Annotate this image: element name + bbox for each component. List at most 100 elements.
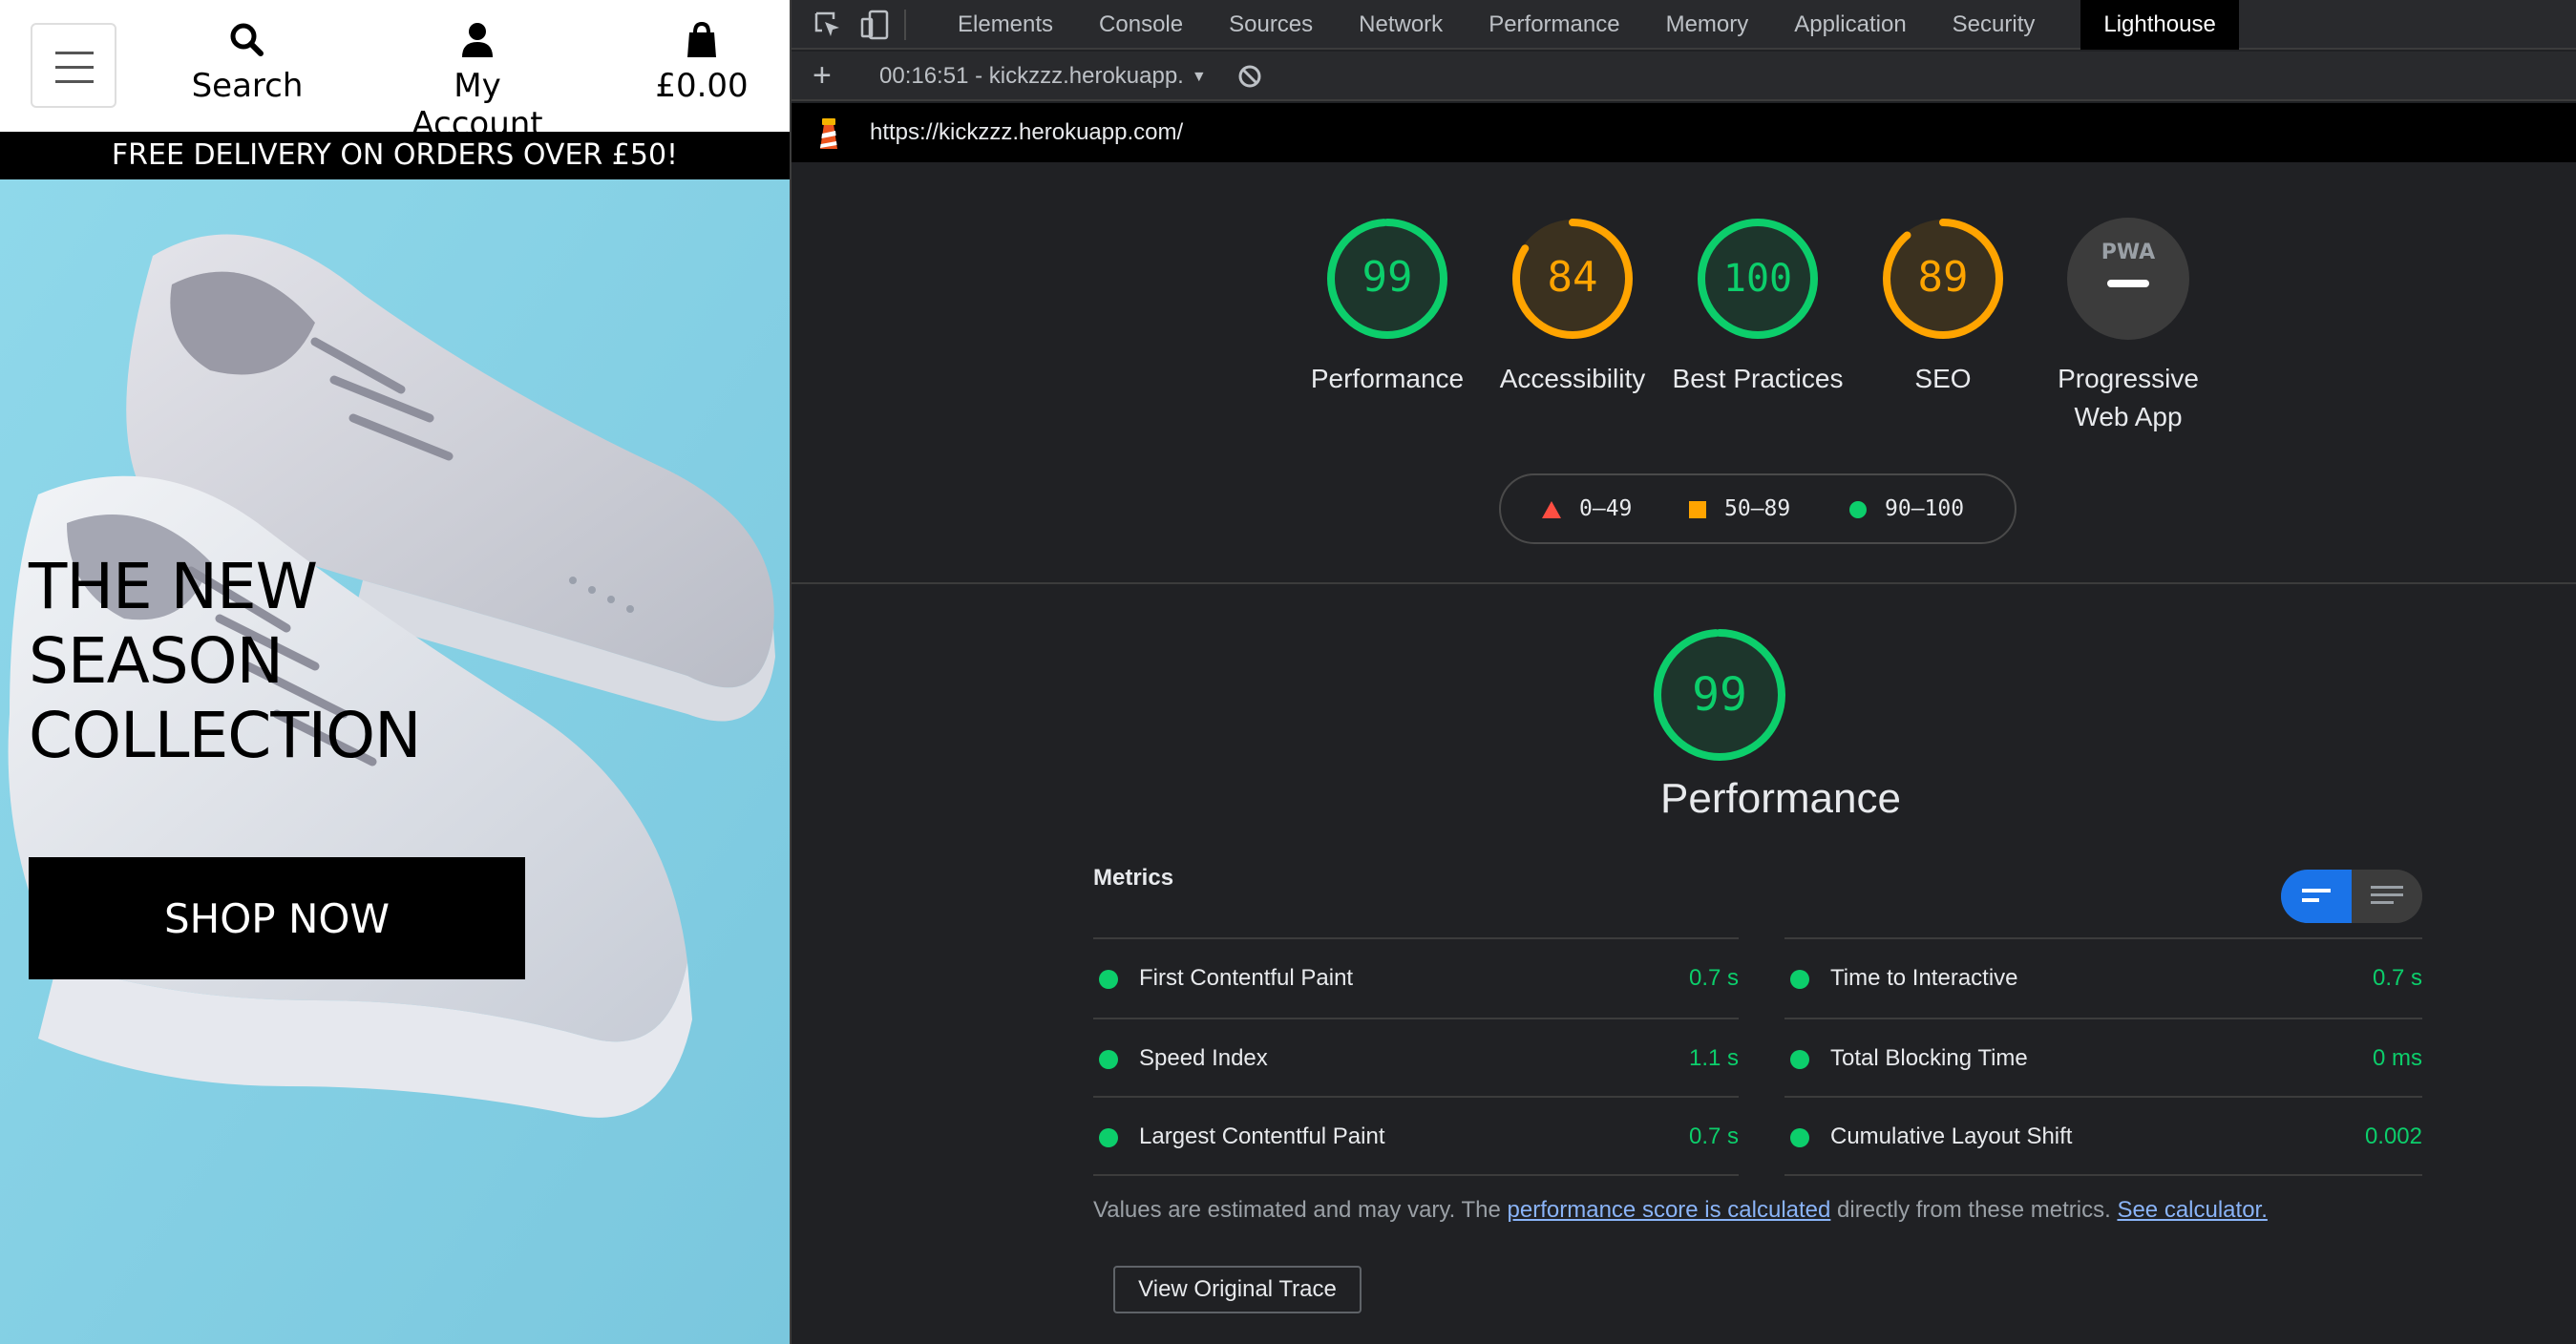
note-text: directly from these metrics. [1830,1197,2118,1223]
score-value: 84 [1548,253,1598,302]
hero-title-line: SEASON [29,624,284,698]
metric-value: 1.1 s [1688,1045,1739,1071]
metrics-divider [1093,1174,1739,1176]
expanded-view-toggle[interactable] [2281,870,2352,923]
metric-name: Cumulative Layout Shift [1830,1124,2073,1149]
tab-network[interactable]: Network [1336,0,1466,50]
shopping-bag-link[interactable]: £0.00 [642,19,762,115]
score-calculated-link[interactable]: performance score is calculated [1508,1197,1831,1223]
pass-dot-icon [1790,1050,1809,1069]
gauge-pwa[interactable]: PWA Progressive Web App [2036,215,2221,436]
metric-total-blocking-time: Total Blocking Time 0 ms [1784,1018,2422,1098]
tab-console[interactable]: Console [1076,0,1206,50]
metric-first-contentful-paint: First Contentful Paint 0.7 s [1093,937,1739,1018]
legend-item-pass: 90–100 [1848,475,1964,542]
metric-value: 0.7 s [2372,965,2422,991]
score-ring: 84 [1512,219,1633,339]
plus-icon[interactable]: + [813,59,832,92]
gauge-performance[interactable]: 99 Performance [1295,215,1480,398]
lighthouse-logo-icon [820,118,837,149]
user-icon [462,23,493,57]
hamburger-icon-bar [55,66,94,69]
toolbar-divider [904,10,906,40]
site-header: Search My Account £0.00 [0,0,790,143]
pass-dot-icon [1099,1128,1118,1147]
search-label: Search [191,67,304,105]
free-delivery-banner: FREE DELIVERY ON ORDERS OVER £50! [0,132,790,179]
circle-icon [1849,500,1867,518]
devtools-tabs: Elements Console Sources Network Perform… [935,0,2239,50]
tab-performance[interactable]: Performance [1466,0,1642,50]
metric-largest-contentful-paint: Largest Contentful Paint 0.7 s [1093,1096,1739,1176]
menu-button[interactable] [31,23,116,108]
metric-value: 0.002 [2364,1124,2422,1149]
block-icon[interactable] [1236,63,1263,90]
shopping-bag-icon [687,21,716,57]
score-ring: 100 [1698,219,1818,339]
tab-application[interactable]: Application [1771,0,1929,50]
metrics-divider [1784,1174,2422,1176]
report-selector[interactable]: 00:16:51 - kickzzz.herokuapp. ▼ [879,52,1207,101]
devtools-panel: Elements Console Sources Network Perform… [790,0,2576,1344]
hero-title-line: THE NEW [29,550,318,623]
gauge-label: Best Practices [1672,364,1844,393]
devtools-tab-bar: Elements Console Sources Network Perform… [792,0,2576,50]
hero-banner: THE NEW SEASON COLLECTION SHOP NOW [0,179,790,1344]
score-legend: 0–49 50–89 90–100 [1499,473,2016,544]
metric-value: 0.7 s [1688,965,1739,991]
view-original-trace-button[interactable]: View Original Trace [1113,1266,1362,1313]
tab-security[interactable]: Security [1930,0,2059,50]
lighthouse-toolbar: + 00:16:51 - kickzzz.herokuapp. ▼ [792,52,2576,101]
section-divider [792,582,2576,584]
search-icon [230,23,264,56]
legend-item-fail: 0–49 [1541,475,1632,542]
tab-lighthouse[interactable]: Lighthouse [2080,0,2239,50]
legend-item-average: 50–89 [1688,475,1790,542]
score-value: 99 [1692,668,1747,722]
pwa-badge-text: PWA [2101,241,2155,264]
compact-view-toggle[interactable] [2352,870,2422,923]
gauge-label: Accessibility [1499,364,1646,393]
mobile-site: Search My Account £0.00 FREE DELIVERY ON… [0,0,790,1344]
gauge-best-practices[interactable]: 100 Best Practices [1665,215,1850,398]
hero-title: THE NEW SEASON COLLECTION [29,550,602,773]
gauge-seo[interactable]: 89 SEO [1850,215,2036,398]
metrics-view-toggle[interactable] [2281,870,2422,923]
estimate-note: Values are estimated and may vary. The p… [1093,1197,2268,1224]
metric-name: Largest Contentful Paint [1139,1124,1385,1149]
triangle-icon [1542,500,1561,518]
tab-sources[interactable]: Sources [1206,0,1336,50]
metric-name: Total Blocking Time [1830,1045,2028,1071]
inspect-element-icon[interactable] [811,8,845,42]
gauge-label: SEO [1914,364,1972,393]
metric-value: 0 ms [2372,1045,2422,1071]
lines-list-icon [2371,886,2403,904]
see-calculator-link[interactable]: See calculator. [2117,1197,2267,1223]
legend-range: 90–100 [1885,496,1965,521]
gauge-accessibility[interactable]: 84 Accessibility [1480,215,1665,398]
report-url: https://kickzzz.herokuapp.com/ [870,119,1184,145]
pass-dot-icon [1790,970,1809,989]
lighthouse-report: 99 Performance 84 Accessibility 100 Best… [792,162,2576,1344]
metric-cumulative-layout-shift: Cumulative Layout Shift 0.002 [1784,1096,2422,1176]
report-url-bar: https://kickzzz.herokuapp.com/ [792,103,2576,162]
pwa-badge-icon: PWA [2067,218,2189,340]
metrics-heading: Metrics [1093,865,1174,891]
metric-name: Time to Interactive [1830,965,2018,991]
metric-speed-index: Speed Index 1.1 s [1093,1018,1739,1098]
hero-title-line: COLLECTION [29,699,421,772]
tab-memory[interactable]: Memory [1643,0,1772,50]
my-account-link[interactable]: My Account [390,19,565,143]
search-link[interactable]: Search [187,19,307,115]
tab-elements[interactable]: Elements [935,0,1076,50]
shop-now-button[interactable]: SHOP NOW [29,857,525,979]
pass-dot-icon [1099,970,1118,989]
pass-dot-icon [1099,1050,1118,1069]
score-value: 99 [1362,253,1413,302]
device-toolbar-icon[interactable] [858,8,893,42]
dropdown-arrow-icon: ▼ [1191,68,1207,85]
metric-name: First Contentful Paint [1139,965,1354,991]
gauge-label: Progressive Web App [2058,364,2199,431]
hamburger-icon [55,52,94,54]
report-selector-label: 00:16:51 - kickzzz.herokuapp. [879,63,1184,89]
